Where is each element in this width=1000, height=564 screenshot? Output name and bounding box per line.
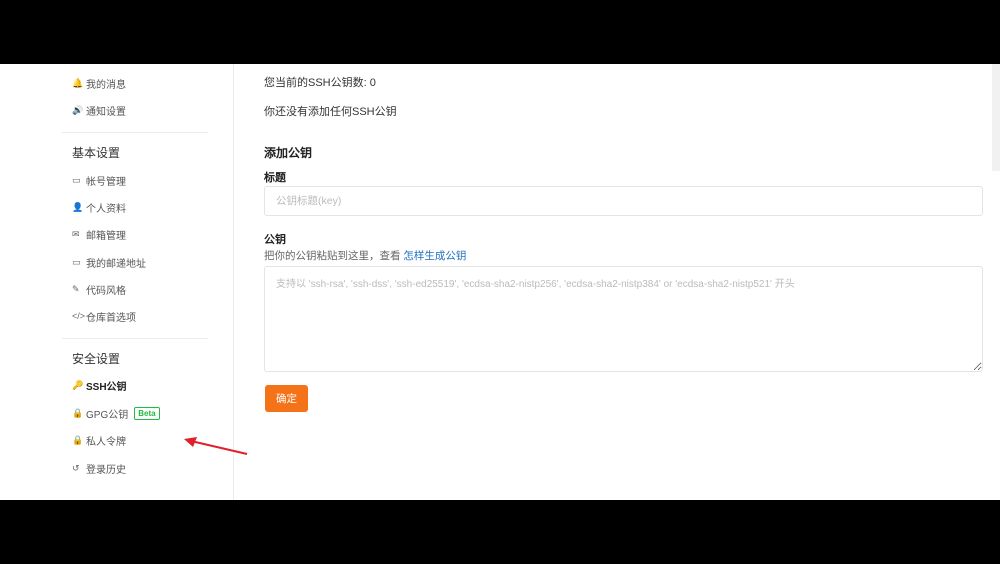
sidebar-item-notify-settings[interactable]: 🔊 通知设置: [72, 101, 126, 119]
sidebar-heading-security: 安全设置: [72, 352, 121, 366]
speaker-icon: 🔊: [72, 104, 84, 115]
bell-icon: 🔔: [72, 77, 84, 88]
sidebar-item-label: 个人资料: [86, 203, 126, 215]
sidebar-item-label: 我的消息: [86, 79, 126, 91]
key-hint-text: 把你的公钥粘贴到这里，查看: [264, 250, 401, 262]
sidebar-item-label: GPG公钥: [86, 409, 129, 421]
paintbrush-icon: ✎: [72, 283, 80, 294]
sidebar-item-code-style[interactable]: ✎ 代码风格: [72, 280, 126, 298]
user-icon: 👤: [72, 201, 84, 212]
sidebar-item-label: 帐号管理: [86, 176, 126, 188]
video-frame-top: [0, 0, 1000, 64]
id-card-icon: ▭: [72, 174, 81, 185]
id-card-icon: ▭: [72, 256, 81, 267]
add-key-heading: 添加公钥: [264, 146, 313, 160]
ssh-key-count: 您当前的SSH公钥数: 0: [264, 77, 376, 89]
sidebar-item-mailing-address[interactable]: ▭ 我的邮递地址: [72, 253, 146, 271]
video-frame-bottom: [0, 500, 1000, 564]
key-hint: 把你的公钥粘贴到这里，查看 怎样生成公钥: [264, 248, 466, 263]
sidebar-divider: [62, 132, 208, 133]
key-icon: 🔑: [72, 379, 84, 390]
sidebar-item-account[interactable]: ▭ 帐号管理: [72, 171, 126, 189]
no-key-message: 你还没有添加任何SSH公钥: [264, 106, 397, 118]
sidebar-heading-basic: 基本设置: [72, 146, 121, 160]
sidebar-item-label: 邮箱管理: [86, 230, 126, 242]
red-arrow-annotation: [184, 437, 248, 455]
sidebar-item-label: 仓库首选项: [86, 312, 136, 324]
sidebar-item-ssh-keys[interactable]: 🔑 SSH公钥: [72, 376, 127, 394]
lock-icon: 🔒: [72, 434, 84, 445]
sidebar-divider: [62, 338, 208, 339]
sidebar-item-email[interactable]: ✉ 邮箱管理: [72, 225, 126, 243]
sidebar-item-label: 代码风格: [86, 285, 126, 297]
sidebar-item-label: 我的邮递地址: [86, 258, 146, 270]
envelope-icon: ✉: [72, 228, 80, 239]
sidebar-item-my-messages[interactable]: 🔔 我的消息: [72, 74, 126, 92]
sidebar-item-private-tokens[interactable]: 🔒 私人令牌: [72, 431, 126, 449]
confirm-button[interactable]: 确定: [265, 385, 308, 412]
sidebar-item-gpg-keys[interactable]: 🔒 GPG公钥 Beta: [72, 404, 160, 422]
key-title-input[interactable]: [264, 186, 983, 216]
sidebar-item-label: 通知设置: [86, 106, 126, 118]
sidebar-item-label: 私人令牌: [86, 436, 126, 448]
history-icon: ↺: [72, 462, 80, 473]
settings-page: 🔔 我的消息 🔊 通知设置 基本设置 ▭ 帐号管理 👤 个人资料 ✉ 邮箱管理 …: [0, 64, 1000, 500]
title-label: 标题: [264, 172, 286, 184]
sidebar-item-repo-preferences[interactable]: </> 仓库首选项: [72, 307, 136, 325]
settings-sidebar: 🔔 我的消息 🔊 通知设置 基本设置 ▭ 帐号管理 👤 个人资料 ✉ 邮箱管理 …: [62, 64, 248, 500]
beta-badge: Beta: [134, 406, 160, 420]
main-content: 您当前的SSH公钥数: 0 你还没有添加任何SSH公钥 添加公钥 标题 公钥 把…: [264, 64, 984, 500]
code-icon: </>: [72, 311, 86, 321]
key-label: 公钥: [264, 234, 286, 246]
sidebar-item-profile[interactable]: 👤 个人资料: [72, 198, 126, 216]
public-key-textarea[interactable]: [264, 266, 983, 372]
sidebar-item-label: 登录历史: [86, 464, 126, 476]
scrollbar[interactable]: [992, 64, 1000, 171]
sidebar-item-label: SSH公钥: [86, 381, 127, 393]
lock-icon: 🔒: [72, 407, 84, 418]
how-to-generate-key-link[interactable]: 怎样生成公钥: [403, 250, 466, 262]
sidebar-item-login-history[interactable]: ↺ 登录历史: [72, 459, 126, 477]
